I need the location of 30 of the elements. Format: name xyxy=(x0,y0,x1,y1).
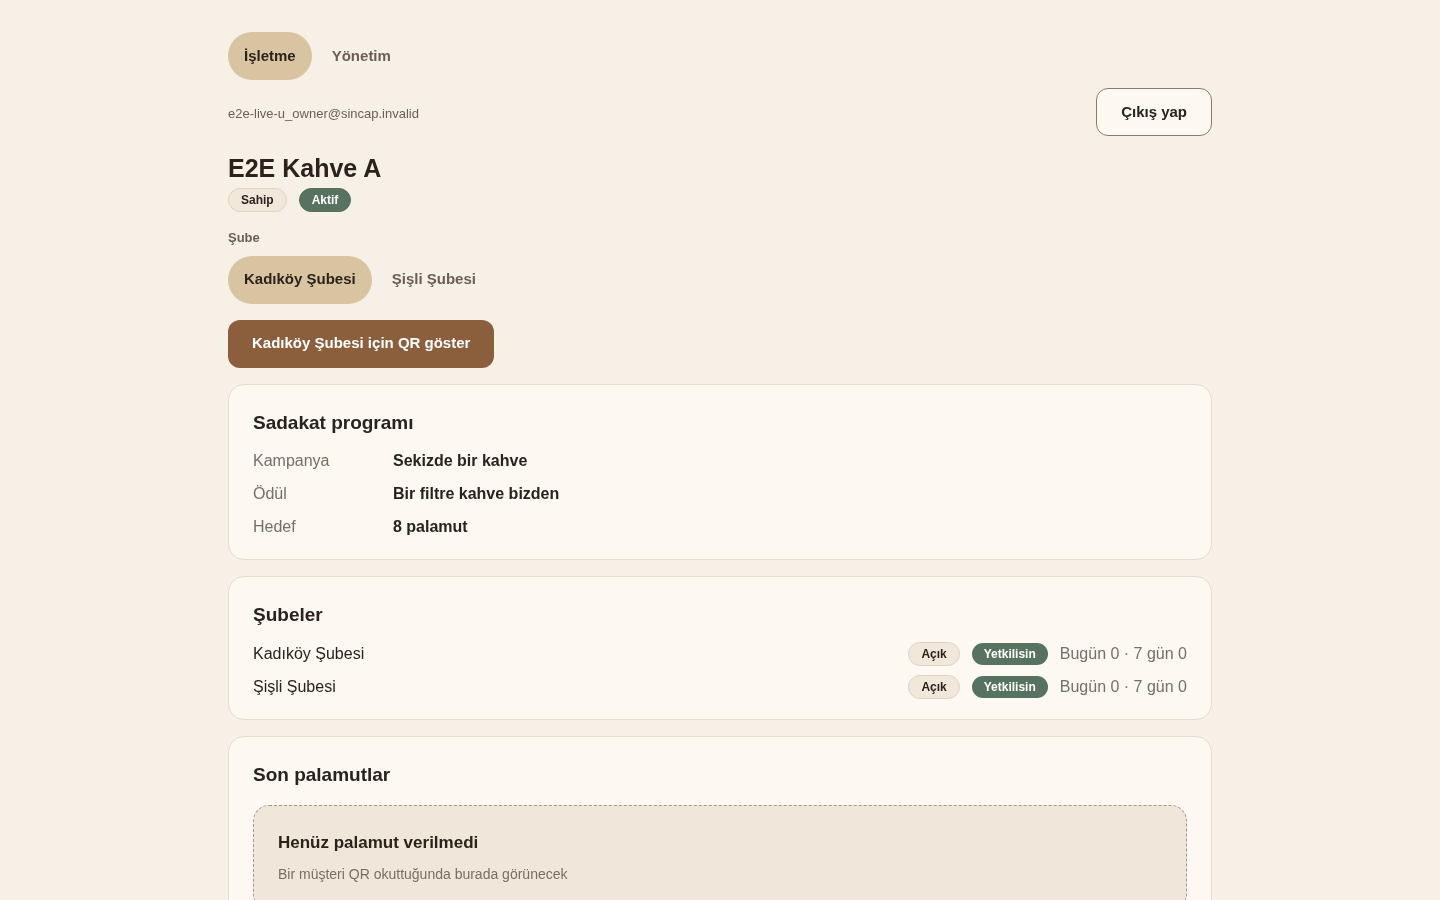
qr-button[interactable]: Kadıköy Şubesi için QR göster xyxy=(228,319,495,368)
branch-stats: Bugün 0 · 7 gün 0 xyxy=(1059,676,1187,697)
branch-stats: Bugün 0 · 7 gün 0 xyxy=(1059,643,1187,664)
field-value: 8 palamut xyxy=(393,517,468,537)
tab[interactable]: Kadıköy Şubesi xyxy=(228,255,372,304)
card-title: Sadakat programı xyxy=(253,410,415,435)
role-badge: Yetkilisin xyxy=(971,675,1048,698)
field-label: Ödül xyxy=(253,484,288,504)
logout-button[interactable]: Çıkış yap xyxy=(1096,88,1212,136)
empty-title: Henüz palamut verilmedi xyxy=(278,832,480,854)
tab[interactable]: İşletme xyxy=(228,32,312,80)
field-label: Kampanya xyxy=(253,451,331,471)
branch-name: Kadıköy Şubesi xyxy=(253,643,366,664)
tab[interactable]: Yönetim xyxy=(315,32,407,80)
branch-name: Şişli Şubesi xyxy=(253,676,337,697)
field-label: Hedef xyxy=(253,517,297,537)
role-badge: Sahip xyxy=(228,188,287,212)
tab[interactable]: Şişli Şubesi xyxy=(375,255,492,304)
role-badge: Aktif xyxy=(298,188,352,212)
role-badge: Yetkilisin xyxy=(971,642,1048,665)
status-badge: Açık xyxy=(908,674,960,699)
business-title: E2E Kahve A xyxy=(228,153,383,184)
branch-label: Şube xyxy=(228,229,261,247)
field-value: Bir filtre kahve bizden xyxy=(393,484,560,504)
card-title: Şubeler xyxy=(253,603,324,627)
empty-text: Bir müşteri QR okuttuğunda burada görünecek xyxy=(278,864,569,884)
field-value: Sekizde bir kahve xyxy=(393,451,528,471)
account-email: e2e-live-u_owner@sincap.invalid xyxy=(228,105,419,123)
status-badge: Açık xyxy=(908,641,960,666)
card-title: Son palamutlar xyxy=(253,762,392,787)
